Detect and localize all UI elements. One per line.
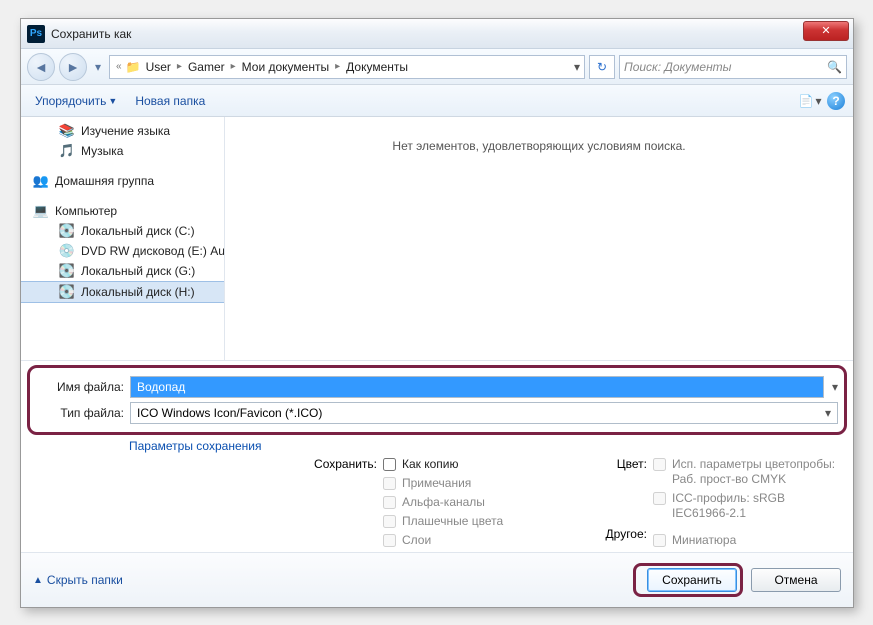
refresh-button[interactable]: ↻ — [589, 55, 615, 79]
new-folder-button[interactable]: Новая папка — [129, 91, 211, 111]
sidebar-item-label: Локальный диск (C:) — [81, 224, 195, 238]
save-button[interactable]: Сохранить — [647, 568, 737, 592]
sidebar-item[interactable]: 📚 Изучение языка — [21, 121, 224, 141]
chevron-right-icon: ▸ — [175, 61, 184, 72]
history-dropdown[interactable]: ▾ — [91, 57, 105, 77]
check-icc: ICC-профиль: sRGB IEC61966-2.1 — [653, 491, 843, 521]
sidebar-item-label: Музыка — [81, 144, 123, 158]
photoshop-icon: Ps — [27, 25, 45, 43]
dvd-icon: 💿 — [59, 243, 75, 259]
save-highlight: Сохранить — [633, 563, 743, 597]
breadcrumb[interactable]: Документы — [344, 60, 410, 74]
sidebar-item-drive[interactable]: 💽 Локальный диск (H:) — [21, 281, 224, 303]
breadcrumb[interactable]: Gamer — [186, 60, 227, 74]
save-as-dialog: Ps Сохранить как ✕ ◄ ► ▾ « 📁 User ▸ Game… — [20, 18, 854, 608]
save-section-label: Сохранить: — [314, 457, 377, 471]
window-title: Сохранить как — [51, 27, 131, 41]
sidebar-item-label: DVD RW дисковод (E:) Au — [81, 244, 225, 258]
sidebar-item-label: Компьютер — [55, 204, 117, 218]
new-folder-label: Новая папка — [135, 94, 205, 108]
content-area: 📚 Изучение языка 🎵 Музыка 👥 Домашняя группа… — [21, 117, 853, 360]
sidebar-item-label: Локальный диск (H:) — [81, 285, 195, 299]
dialog-footer: ▲ Скрыть папки Сохранить Отмена — [21, 552, 853, 607]
view-mode-button[interactable]: 📄▾ — [799, 92, 821, 110]
help-button[interactable]: ? — [827, 92, 845, 110]
hide-folders-button[interactable]: ▲ Скрыть папки — [33, 573, 123, 587]
search-placeholder: Поиск: Документы — [624, 60, 732, 74]
empty-message: Нет элементов, удовлетворяющих условиям … — [392, 139, 685, 153]
cancel-button[interactable]: Отмена — [751, 568, 841, 592]
music-icon: 🎵 — [59, 143, 75, 159]
drive-icon: 💽 — [59, 223, 75, 239]
close-button[interactable]: ✕ — [803, 21, 849, 41]
drive-icon: 💽 — [59, 284, 75, 300]
chevron-down-icon: ▼ — [108, 96, 117, 106]
color-section-label: Цвет: — [617, 457, 647, 471]
hide-folders-label: Скрыть папки — [47, 573, 123, 587]
check-as-copy[interactable]: Как копию — [383, 457, 583, 472]
organize-label: Упорядочить — [35, 94, 106, 108]
breadcrumb[interactable]: Мои документы — [240, 60, 331, 74]
toolbar: Упорядочить ▼ Новая папка 📄▾ ? — [21, 85, 853, 117]
file-list-area: Нет элементов, удовлетворяющих условиям … — [225, 117, 853, 360]
chevron-up-icon: ▲ — [33, 575, 43, 586]
forward-button[interactable]: ► — [59, 53, 87, 81]
sidebar-item-drive[interactable]: 💿 DVD RW дисковод (E:) Au — [21, 241, 224, 261]
filename-highlight: Имя файла: ▾ Тип файла: ICO Windows Icon… — [27, 365, 847, 435]
homegroup-icon: 👥 — [33, 173, 49, 189]
close-icon: ✕ — [821, 24, 830, 37]
sidebar-item-label: Изучение языка — [81, 124, 170, 138]
filetype-combo[interactable]: ICO Windows Icon/Favicon (*.ICO) ▾ — [130, 402, 838, 424]
chevron-right-icon: ▸ — [333, 61, 342, 72]
nav-bar: ◄ ► ▾ « 📁 User ▸ Gamer ▸ Мои документы ▸… — [21, 49, 853, 85]
check-notes: Примечания — [383, 476, 583, 491]
back-button[interactable]: ◄ — [27, 53, 55, 81]
address-dropdown-icon[interactable]: ▾ — [574, 60, 580, 74]
sidebar-item[interactable]: 🎵 Музыка — [21, 141, 224, 161]
drive-icon: 💽 — [59, 263, 75, 279]
sidebar-item-label: Домашняя группа — [55, 174, 154, 188]
check-spot: Плашечные цвета — [383, 514, 583, 529]
chevron-right-icon: ▸ — [229, 61, 238, 72]
book-icon: 📚 — [59, 123, 75, 139]
sidebar-group-computer[interactable]: 💻 Компьютер — [21, 201, 224, 221]
search-input[interactable]: Поиск: Документы 🔍 — [619, 55, 847, 79]
sidebar-item-drive[interactable]: 💽 Локальный диск (G:) — [21, 261, 224, 281]
breadcrumb[interactable]: User — [144, 60, 173, 74]
search-icon: 🔍 — [827, 60, 842, 74]
folder-icon: 📁 — [126, 60, 142, 74]
filename-dropdown[interactable]: ▾ — [830, 380, 838, 394]
filetype-value: ICO Windows Icon/Favicon (*.ICO) — [137, 406, 322, 420]
filename-label: Имя файла: — [36, 380, 124, 394]
filetype-label: Тип файла: — [36, 406, 124, 420]
titlebar: Ps Сохранить как ✕ — [21, 19, 853, 49]
sidebar: 📚 Изучение языка 🎵 Музыка 👥 Домашняя группа… — [21, 117, 225, 360]
check-layers: Слои — [383, 533, 583, 548]
chevron-left-icon: « — [114, 61, 124, 72]
save-parameters-link[interactable]: Параметры сохранения — [129, 437, 843, 453]
save-options: Сохранить: Как копию Примечания Альфа-ка… — [31, 453, 843, 548]
organize-button[interactable]: Упорядочить ▼ — [29, 91, 123, 111]
check-proof: Исп. параметры цветопробы: Раб. прост-во… — [653, 457, 843, 487]
filename-input[interactable] — [130, 376, 824, 398]
other-section-label: Другое: — [606, 527, 647, 541]
sidebar-item-drive[interactable]: 💽 Локальный диск (C:) — [21, 221, 224, 241]
address-bar[interactable]: « 📁 User ▸ Gamer ▸ Мои документы ▸ Докум… — [109, 55, 585, 79]
computer-icon: 💻 — [33, 203, 49, 219]
check-alpha: Альфа-каналы — [383, 495, 583, 510]
check-thumb: Миниатюра — [653, 533, 843, 548]
save-form: Имя файла: ▾ Тип файла: ICO Windows Icon… — [21, 360, 853, 552]
sidebar-item-label: Локальный диск (G:) — [81, 264, 195, 278]
refresh-icon: ↻ — [597, 60, 607, 74]
chevron-down-icon: ▾ — [825, 406, 831, 420]
sidebar-group-homegroup[interactable]: 👥 Домашняя группа — [21, 171, 224, 191]
